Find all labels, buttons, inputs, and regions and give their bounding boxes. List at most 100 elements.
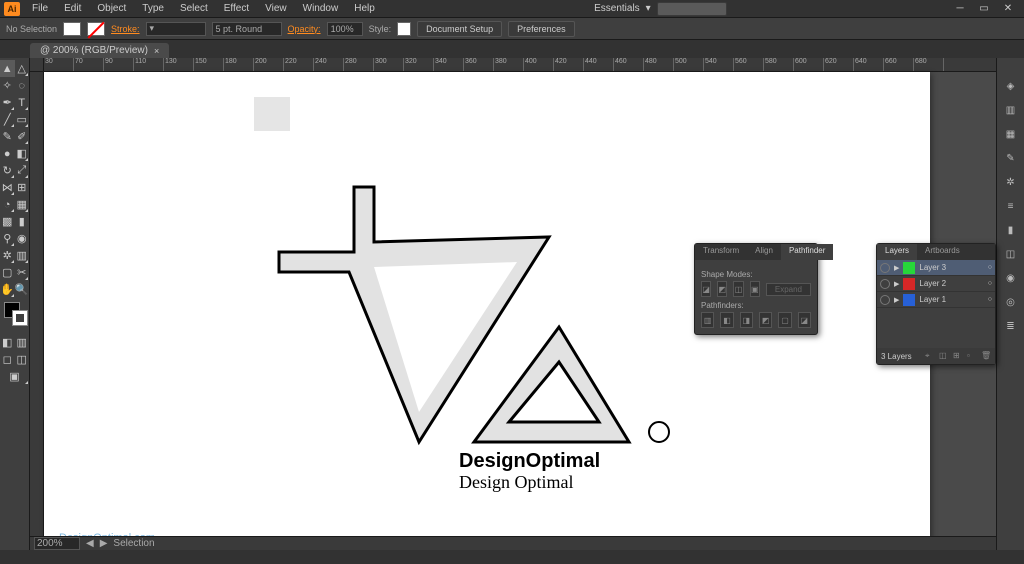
blend-tool[interactable]: ◉ [15,230,30,247]
menu-help[interactable]: Help [346,1,383,16]
rectangle-tool[interactable]: ▭ [15,111,30,128]
style-swatch[interactable] [397,22,411,36]
lasso-tool[interactable]: ◌ [15,77,30,94]
new-layer-icon[interactable]: ▫ [967,351,977,361]
expand-triangle-icon[interactable]: ▶ [894,280,899,288]
zoom-level-input[interactable]: 200% [34,537,80,550]
nav-prev-icon[interactable]: ◀ [86,538,94,549]
menu-object[interactable]: Object [89,1,134,16]
brushes-icon[interactable]: ✎ [1003,150,1019,166]
new-sublayer-icon[interactable]: ⊞ [953,351,963,361]
opacity-input[interactable]: 100% [327,22,363,36]
trim-button[interactable]: ◧ [720,312,733,328]
layer-row[interactable]: ▶ Layer 1 ○ [877,292,995,308]
locate-object-icon[interactable]: ⌖ [925,351,935,361]
magic-wand-tool[interactable]: ✧ [0,77,15,94]
swatches-icon[interactable]: ▦ [1003,126,1019,142]
scale-tool[interactable]: ⤢ [15,162,30,179]
visibility-icon[interactable] [880,279,890,289]
artboard-tool[interactable]: ▢ [0,264,15,281]
color-guide-icon[interactable]: ▥ [1003,102,1019,118]
minimize-button[interactable]: ─ [948,2,972,16]
type-tool[interactable]: T [15,94,30,111]
tab-artboards[interactable]: Artboards [917,244,968,260]
pen-tool[interactable]: ✒ [0,94,15,111]
graph-tool[interactable]: ▥ [15,247,30,264]
visibility-icon[interactable] [880,295,890,305]
stroke-profile-input[interactable]: 5 pt. Round [212,22,282,36]
unite-button[interactable]: ◪ [701,281,711,297]
blob-brush-tool[interactable]: ● [0,145,15,162]
layer-name[interactable]: Layer 1 [919,295,946,304]
expand-triangle-icon[interactable]: ▶ [894,296,899,304]
draw-normal-icon[interactable]: ◻ [0,351,15,368]
symbol-sprayer-tool[interactable]: ✲ [0,247,15,264]
menu-effect[interactable]: Effect [216,1,257,16]
hand-tool[interactable]: ✋ [0,281,15,298]
eraser-tool[interactable]: ◧ [15,145,30,162]
canvas-area[interactable]: 3070901101301501802002202402803003203403… [30,58,996,550]
fill-swatch[interactable] [63,22,81,36]
draw-behind-icon[interactable]: ◫ [15,351,30,368]
line-tool[interactable]: ╱ [0,111,15,128]
menu-view[interactable]: View [257,1,295,16]
target-icon[interactable]: ○ [988,296,992,303]
color-panel-icon[interactable]: ◈ [1003,78,1019,94]
expand-button[interactable]: Expand [766,283,811,296]
shape-builder-tool[interactable]: ◔ [0,196,15,213]
eyedropper-tool[interactable]: ⚲ [0,230,15,247]
visibility-icon[interactable] [880,263,890,273]
stroke-weight-input[interactable]: ▾ [146,22,206,36]
menu-type[interactable]: Type [134,1,172,16]
stroke-color-icon[interactable] [12,310,28,326]
direct-selection-tool[interactable]: △ [15,60,30,77]
tab-transform[interactable]: Transform [695,244,747,260]
layer-name[interactable]: Layer 3 [919,263,946,272]
perspective-tool[interactable]: ▦ [15,196,30,213]
document-setup-button[interactable]: Document Setup [417,21,502,37]
menu-select[interactable]: Select [172,1,216,16]
tab-pathfinder[interactable]: Pathfinder [781,244,833,260]
brush-tool[interactable]: ✎ [0,128,15,145]
nav-next-icon[interactable]: ▶ [100,538,108,549]
stroke-panel-icon[interactable]: ≡ [1003,198,1019,214]
width-tool[interactable]: ⋈ [0,179,15,196]
stroke-none-swatch[interactable] [87,22,105,36]
layers-panel-icon[interactable]: ≣ [1003,318,1019,334]
zoom-tool[interactable]: 🔍 [15,281,30,298]
slice-tool[interactable]: ✂ [15,264,30,281]
tab-layers[interactable]: Layers [877,244,917,260]
close-document-icon[interactable]: × [154,46,159,56]
divide-button[interactable]: ▥ [701,312,714,328]
rotate-tool[interactable]: ↻ [0,162,15,179]
vertical-ruler[interactable] [30,72,44,550]
preferences-button[interactable]: Preferences [508,21,575,37]
pathfinder-panel[interactable]: Transform Align Pathfinder Shape Modes: … [694,243,818,335]
layer-row[interactable]: ▶ Layer 2 ○ [877,276,995,292]
tab-align[interactable]: Align [747,244,781,260]
document-tab[interactable]: @ 200% (RGB/Preview) × [30,43,169,58]
free-transform-tool[interactable]: ⊞ [15,179,30,196]
ruler-origin[interactable] [30,58,44,72]
gradient-panel-icon[interactable]: ▮ [1003,222,1019,238]
exclude-button[interactable]: ▣ [750,281,760,297]
target-icon[interactable]: ○ [988,264,992,271]
minus-front-button[interactable]: ◩ [717,281,727,297]
minus-back-button[interactable]: ◪ [798,312,811,328]
crop-button[interactable]: ◩ [759,312,772,328]
fill-stroke-selector[interactable] [2,302,27,330]
expand-triangle-icon[interactable]: ▶ [894,264,899,272]
outline-button[interactable]: ▢ [778,312,791,328]
gradient-tool[interactable]: ▮ [15,213,30,230]
opacity-label[interactable]: Opacity: [288,24,321,34]
mesh-tool[interactable]: ▩ [0,213,15,230]
delete-layer-icon[interactable]: 🗑 [981,351,991,361]
layer-name[interactable]: Layer 2 [919,279,946,288]
color-mode-icon[interactable]: ◧ [0,334,15,351]
workspace-switcher[interactable]: Essentials [594,3,640,14]
search-input[interactable] [657,2,727,16]
layer-row[interactable]: ▶ Layer 3 ○ [877,260,995,276]
maximize-button[interactable]: ▭ [972,2,996,16]
appearance-icon[interactable]: ◉ [1003,270,1019,286]
selection-tool[interactable]: ▲ [0,60,15,77]
